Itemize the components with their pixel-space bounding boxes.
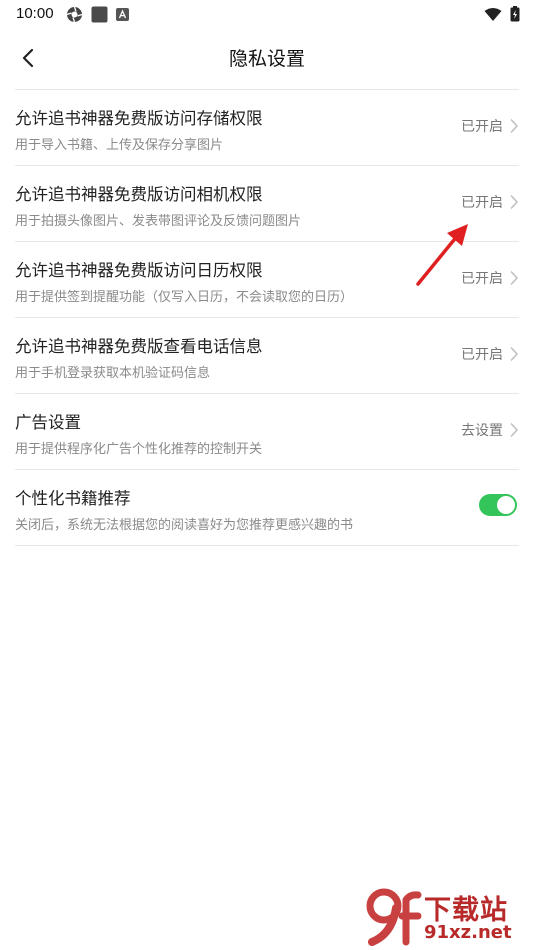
setting-description: 用于提供程序化广告个性化推荐的控制开关: [15, 442, 263, 457]
setting-status: 去设置: [461, 423, 503, 439]
aperture-icon: [66, 6, 83, 23]
watermark-logo-icon: [366, 888, 422, 946]
wifi-icon: [484, 7, 502, 21]
setting-status: 已开启: [461, 119, 503, 135]
setting-title: 个性化书籍推荐: [15, 489, 131, 508]
setting-description: 关闭后，系统无法根据您的阅读喜好为您推荐更感兴趣的书: [15, 518, 354, 533]
privacy-settings-list: 允许追书神器免费版访问存储权限 用于导入书籍、上传及保存分享图片 已开启 允许追…: [15, 89, 519, 546]
toggle-knob: [497, 496, 515, 514]
page-title: 隐私设置: [228, 48, 305, 70]
setting-description: 用于手机登录获取本机验证码信息: [15, 366, 211, 381]
setting-status: 已开启: [461, 195, 503, 211]
chevron-right-icon: [510, 270, 519, 286]
setting-status-group: 已开启: [461, 192, 519, 212]
chevron-right-icon: [510, 118, 519, 134]
setting-row-phone-info-permission[interactable]: 允许追书神器免费版查看电话信息 用于手机登录获取本机验证码信息 已开启: [15, 318, 519, 394]
setting-status: 已开启: [461, 347, 503, 363]
font-a-icon: [116, 8, 129, 21]
status-bar: 10:00: [0, 0, 534, 28]
setting-title: 允许追书神器免费版访问日历权限: [15, 261, 263, 280]
nav-bar: 隐私设置: [0, 32, 534, 84]
square-app-icon: [91, 6, 108, 23]
setting-row-personalized-recommend: 个性化书籍推荐 关闭后，系统无法根据您的阅读喜好为您推荐更感兴趣的书: [15, 470, 519, 546]
setting-status-group: 去设置: [461, 420, 519, 440]
chevron-right-icon: [510, 346, 519, 362]
chevron-right-icon: [510, 194, 519, 210]
setting-title: 广告设置: [15, 413, 81, 432]
watermark-site: 91xz.net: [424, 922, 512, 943]
recommend-toggle[interactable]: [479, 494, 517, 516]
setting-title: 允许追书神器免费版访问相机权限: [15, 185, 263, 204]
watermark: 下载站 91xz.net: [362, 886, 532, 948]
status-system-icons: [484, 6, 520, 22]
setting-description: 用于导入书籍、上传及保存分享图片: [15, 138, 224, 153]
annotation-arrow-icon: [416, 224, 468, 286]
chevron-right-icon: [510, 422, 519, 438]
battery-charging-icon: [510, 6, 520, 22]
status-time: 10:00: [16, 5, 54, 22]
setting-description: 用于拍摄头像图片、发表带图评论及反馈问题图片: [15, 214, 302, 229]
setting-title: 允许追书神器免费版访问存储权限: [15, 109, 263, 128]
status-notification-icons: [66, 6, 129, 23]
setting-title: 允许追书神器免费版查看电话信息: [15, 337, 263, 356]
setting-row-ad-settings[interactable]: 广告设置 用于提供程序化广告个性化推荐的控制开关 去设置: [15, 394, 519, 470]
setting-status-group: 已开启: [461, 344, 519, 364]
setting-row-storage-permission[interactable]: 允许追书神器免费版访问存储权限 用于导入书籍、上传及保存分享图片 已开启: [15, 90, 519, 166]
setting-description: 用于提供签到提醒功能（仅写入日历，不会读取您的日历）: [15, 290, 354, 305]
setting-status-group: 已开启: [461, 116, 519, 136]
